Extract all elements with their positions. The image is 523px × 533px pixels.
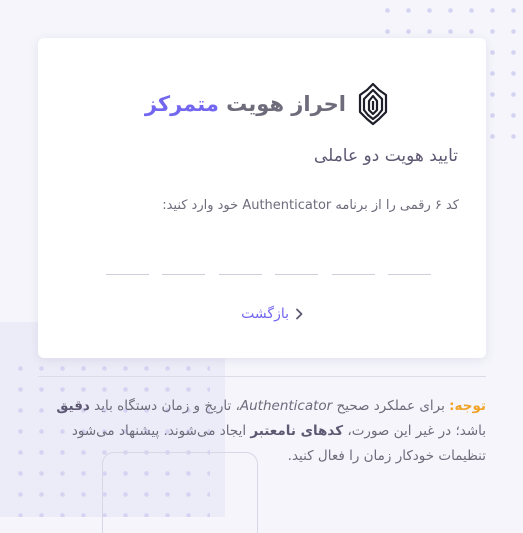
note-emphasis-invalid-codes: کدهای نامعتبر: [250, 423, 344, 439]
brand-title-part1: احراز هویت: [226, 92, 346, 116]
back-button-label: بازگشت: [241, 306, 289, 322]
time-sync-note: توجه: برای عملکرد صحیح Authenticator، تا…: [44, 394, 486, 469]
two-factor-card: احراز هویت متمرکز تایید هویت دو عاملی کد…: [38, 38, 486, 358]
page-title: تایید هویت دو عاملی: [313, 146, 458, 166]
otp-digit-input[interactable]: [331, 244, 375, 275]
note-text: باشد؛ در غیر این صورت،: [343, 423, 486, 439]
otp-digit-input[interactable]: [387, 244, 431, 275]
otp-digit-input[interactable]: [106, 244, 149, 275]
otp-digit-input[interactable]: [162, 244, 206, 275]
note-emphasis-accurate: دقیق: [56, 398, 90, 414]
otp-instruction: کد ۶ رقمی را از برنامه Authenticator خود…: [162, 198, 459, 213]
note-app-name: Authenticator: [239, 398, 333, 414]
divider: [38, 376, 486, 377]
note-text: ، تاریخ و زمان دستگاه باید: [89, 398, 240, 414]
chevron-right-icon: [296, 308, 303, 320]
otp-digit-input[interactable]: [218, 244, 262, 275]
shield-lotus-logo-icon: [358, 82, 388, 126]
brand-header: احراز هویت متمرکز: [145, 82, 390, 126]
note-label: توجه:: [449, 398, 486, 414]
back-button[interactable]: بازگشت: [241, 306, 303, 322]
brand-title: احراز هویت متمرکز: [145, 92, 346, 116]
otp-input-group: [106, 244, 431, 276]
otp-digit-input[interactable]: [275, 244, 319, 275]
note-text: برای عملکرد صحیح: [332, 398, 450, 414]
brand-title-part2: متمرکز: [144, 92, 219, 116]
